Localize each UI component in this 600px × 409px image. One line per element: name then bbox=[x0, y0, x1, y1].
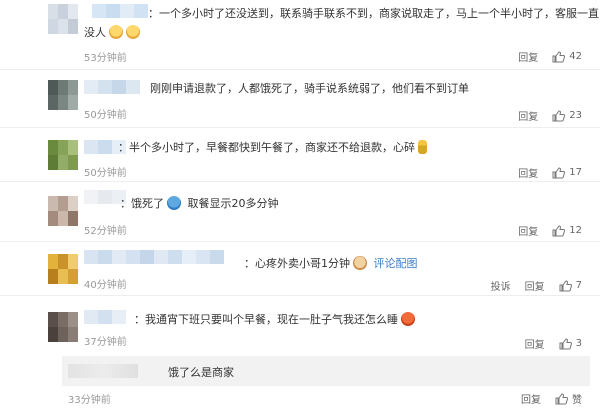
thumbs-up-icon bbox=[555, 392, 569, 405]
like-count: 23 bbox=[569, 110, 582, 121]
thumbs-up-icon bbox=[552, 166, 566, 179]
thumbs-up-icon bbox=[559, 337, 572, 350]
thumbs-up-icon bbox=[552, 109, 566, 122]
like-count: 17 bbox=[569, 167, 582, 178]
crying-face-icon bbox=[109, 25, 123, 39]
comment-actions: 回复 23 bbox=[518, 108, 582, 123]
comment-item: 刚刚申请退款了，人都饿死了，骑手说系统弱了，他们看不到订单 50分钟前 回复 2… bbox=[0, 70, 600, 128]
comment-text: ：饿死了 取餐显示20多分钟 bbox=[120, 196, 279, 210]
reply-button[interactable]: 回复 bbox=[525, 336, 545, 351]
timestamp: 52分钟前 bbox=[84, 226, 127, 237]
like-label: 赞 bbox=[572, 395, 582, 406]
username-mosaic[interactable] bbox=[92, 4, 148, 18]
comment-item: ：饿死了 取餐显示20多分钟 52分钟前 回复 12 bbox=[0, 182, 600, 242]
comment-image-link[interactable]: 评论配图 bbox=[374, 257, 418, 270]
username-mosaic[interactable] bbox=[84, 80, 140, 94]
reply-button[interactable]: 回复 bbox=[518, 223, 538, 238]
username-mosaic[interactable] bbox=[84, 250, 224, 264]
comment-actions: 回复 42 bbox=[518, 49, 582, 64]
like-button[interactable]: 赞 bbox=[555, 391, 582, 406]
timestamp: 53分钟前 bbox=[84, 53, 127, 64]
like-button[interactable]: 17 bbox=[552, 166, 582, 179]
like-count: 12 bbox=[569, 225, 582, 236]
comment-item: ：心疼外卖小哥1分钟 评论配图 40分钟前 投诉 回复 7 bbox=[0, 242, 600, 296]
comment-actions: 回复 17 bbox=[518, 165, 582, 180]
report-button[interactable]: 投诉 bbox=[491, 278, 511, 293]
timestamp: 33分钟前 bbox=[68, 395, 111, 406]
like-button[interactable]: 23 bbox=[552, 109, 582, 122]
avatar[interactable] bbox=[48, 196, 78, 226]
reply-button[interactable]: 回复 bbox=[518, 49, 538, 64]
timestamp: 37分钟前 bbox=[84, 337, 127, 348]
comment-text-continued: 没人 bbox=[84, 24, 580, 42]
like-count: 7 bbox=[575, 280, 582, 291]
comment-text: 刚刚申请退款了，人都饿死了，骑手说系统弱了，他们看不到订单 bbox=[150, 82, 469, 95]
thumbs-up-icon bbox=[552, 50, 566, 63]
comment-actions: 回复 12 bbox=[518, 223, 582, 238]
reply-button[interactable]: 回复 bbox=[521, 391, 541, 406]
comment-actions: 投诉 回复 7 bbox=[491, 278, 582, 293]
dog-icon bbox=[353, 256, 367, 270]
sub-reply-actions: 回复 赞 bbox=[521, 391, 582, 406]
username-mosaic[interactable] bbox=[84, 310, 126, 324]
comment-text: ：我通宵下班只要叫个早餐，现在一肚子气我还怎么睡 bbox=[134, 311, 580, 329]
comment-text: ：半个多小时了，早餐都快到午餐了，商家还不给退款，心碎 bbox=[118, 139, 580, 157]
avatar[interactable] bbox=[48, 140, 78, 170]
like-button[interactable]: 3 bbox=[559, 337, 582, 350]
sub-reply-box: 饿了么是商家 bbox=[62, 356, 590, 386]
like-button[interactable]: 42 bbox=[552, 50, 582, 63]
sub-reply-username-mosaic[interactable] bbox=[68, 364, 138, 378]
thumbs-up-icon bbox=[552, 224, 566, 237]
sub-reply-text: 饿了么是商家 bbox=[168, 366, 234, 379]
avatar[interactable] bbox=[48, 312, 78, 342]
comment-text: ：心疼外卖小哥1分钟 评论配图 bbox=[244, 256, 418, 270]
timestamp: 50分钟前 bbox=[84, 168, 127, 179]
crying-face-icon bbox=[126, 25, 140, 39]
comment-list: ：一个多小时了还没送到，联系骑手联系不到，商家说取走了，马上一个半小时了，客服一… bbox=[0, 0, 600, 409]
thumbs-up-icon bbox=[559, 279, 572, 292]
timestamp: 40分钟前 bbox=[84, 280, 127, 291]
reply-button[interactable]: 回复 bbox=[525, 278, 545, 293]
avatar[interactable] bbox=[48, 254, 78, 284]
avatar[interactable] bbox=[48, 80, 78, 110]
comment-item: ：我通宵下班只要叫个早餐，现在一肚子气我还怎么睡 37分钟前 回复 3 bbox=[0, 296, 600, 352]
sub-reply-footer: 33分钟前 回复 赞 bbox=[0, 388, 600, 408]
thinking-face-icon bbox=[167, 196, 181, 210]
like-button[interactable]: 7 bbox=[559, 279, 582, 292]
like-button[interactable]: 12 bbox=[552, 224, 582, 237]
angry-face-icon bbox=[401, 312, 415, 326]
comment-actions: 回复 3 bbox=[525, 336, 582, 351]
like-count: 42 bbox=[569, 51, 582, 62]
reply-button[interactable]: 回复 bbox=[518, 108, 538, 123]
like-count: 3 bbox=[575, 338, 582, 349]
comment-item: ：一个多小时了还没送到，联系骑手联系不到，商家说取走了，马上一个半小时了，客服一… bbox=[0, 0, 600, 70]
comment-text: ：一个多小时了还没送到，联系骑手联系不到，商家说取走了，马上一个半小时了，客服一… bbox=[148, 7, 599, 20]
comment-item: ：半个多小时了，早餐都快到午餐了，商家还不给退款，心碎 50分钟前 回复 17 bbox=[0, 128, 600, 182]
timestamp: 50分钟前 bbox=[84, 110, 127, 121]
candle-icon bbox=[418, 140, 427, 154]
avatar[interactable] bbox=[48, 4, 78, 34]
reply-button[interactable]: 回复 bbox=[518, 165, 538, 180]
